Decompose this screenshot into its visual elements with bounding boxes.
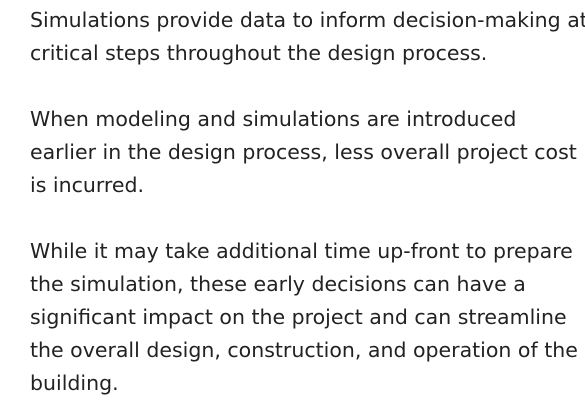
text-line: While it may take additional time up-fro…: [30, 239, 573, 263]
text-line: Simulations provide data to inform decis…: [30, 8, 585, 32]
text-line: earlier in the design process, less over…: [30, 140, 577, 164]
text-line: When modeling and simulations are introd…: [30, 107, 517, 131]
text-line: critical steps throughout the design pro…: [30, 41, 488, 65]
text-line: building.: [30, 371, 119, 395]
text-line: is incurred.: [30, 173, 145, 197]
text-body: Simulations provide data to inform decis…: [30, 4, 585, 400]
text-line: significant impact on the project and ca…: [30, 305, 567, 329]
paragraph-early-modeling: When modeling and simulations are introd…: [30, 103, 585, 202]
paragraph-simulations: Simulations provide data to inform decis…: [30, 4, 585, 70]
text-line: the overall design, construction, and op…: [30, 338, 578, 362]
text-line: the simulation, these early decisions ca…: [30, 272, 526, 296]
paragraph-early-decisions: While it may take additional time up-fro…: [30, 235, 585, 400]
